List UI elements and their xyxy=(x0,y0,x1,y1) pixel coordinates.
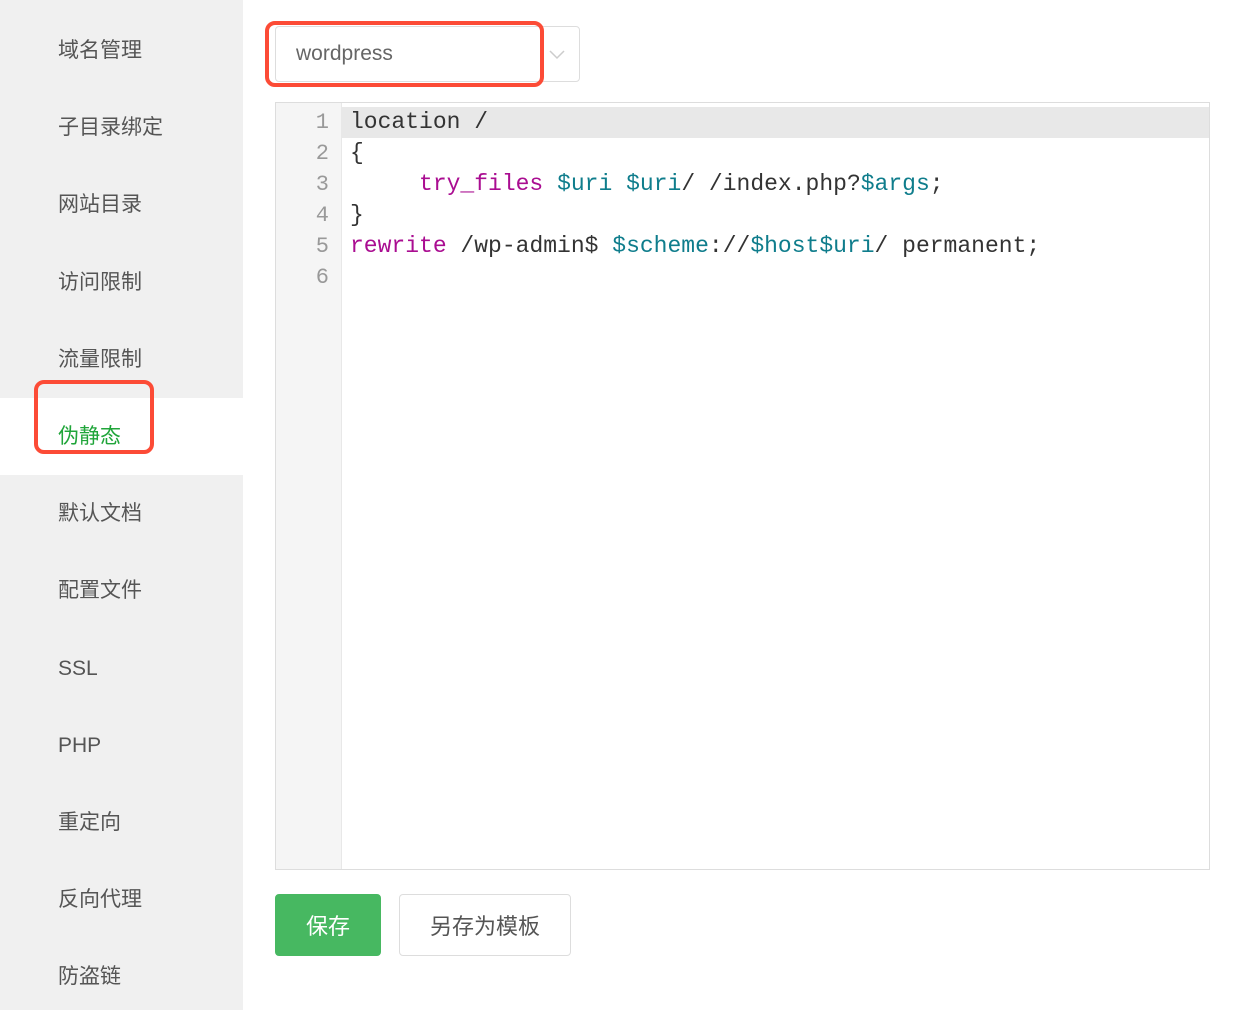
code-line[interactable]: } xyxy=(342,200,1209,231)
sidebar-item-subdirectory-binding[interactable]: 子目录绑定 xyxy=(0,89,243,166)
code-editor[interactable]: 123456 location /{ try_files $uri $uri/ … xyxy=(275,102,1210,870)
sidebar-item-pseudo-static[interactable]: 伪静态 xyxy=(0,398,243,475)
template-dropdown-value: wordpress xyxy=(296,42,559,66)
save-as-template-button[interactable]: 另存为模板 xyxy=(399,894,571,956)
sidebar-item-default-document[interactable]: 默认文档 xyxy=(0,475,243,552)
code-line[interactable]: try_files $uri $uri/ /index.php?$args; xyxy=(342,169,1209,200)
code-line[interactable]: location / xyxy=(342,107,1209,138)
sidebar-item-website-directory[interactable]: 网站目录 xyxy=(0,166,243,243)
gutter-line-number: 6 xyxy=(276,262,341,293)
sidebar-item-domain-management[interactable]: 域名管理 xyxy=(0,12,243,89)
sidebar-item-reverse-proxy[interactable]: 反向代理 xyxy=(0,861,243,938)
code-area[interactable]: location /{ try_files $uri $uri/ /index.… xyxy=(342,103,1209,869)
main-content: wordpress 123456 location /{ try_files $… xyxy=(243,0,1244,1010)
sidebar-item-php[interactable]: PHP xyxy=(0,707,243,784)
chevron-down-icon xyxy=(549,42,565,66)
code-line[interactable]: rewrite /wp-admin$ $scheme://$host$uri/ … xyxy=(342,231,1209,262)
sidebar-item-config-file[interactable]: 配置文件 xyxy=(0,552,243,629)
sidebar-item-access-restriction[interactable]: 访问限制 xyxy=(0,244,243,321)
gutter-line-number: 2 xyxy=(276,138,341,169)
sidebar-item-redirect[interactable]: 重定向 xyxy=(0,784,243,861)
template-selector-area: wordpress xyxy=(275,26,1244,82)
save-button[interactable]: 保存 xyxy=(275,894,381,956)
sidebar-item-anti-leech[interactable]: 防盗链 xyxy=(0,938,243,1015)
gutter-line-number: 4 xyxy=(276,200,341,231)
gutter-line-number: 1 xyxy=(276,107,341,138)
sidebar-item-ssl[interactable]: SSL xyxy=(0,630,243,707)
sidebar-item-traffic-limit[interactable]: 流量限制 xyxy=(0,321,243,398)
gutter-line-number: 5 xyxy=(276,231,341,262)
gutter-line-number: 3 xyxy=(276,169,341,200)
button-row: 保存 另存为模板 xyxy=(275,894,1244,956)
sidebar: 域名管理 子目录绑定 网站目录 访问限制 流量限制 伪静态 默认文档 配置文件 … xyxy=(0,0,243,1010)
code-gutter: 123456 xyxy=(276,103,342,869)
code-line[interactable]: { xyxy=(342,138,1209,169)
template-dropdown[interactable]: wordpress xyxy=(275,26,580,82)
